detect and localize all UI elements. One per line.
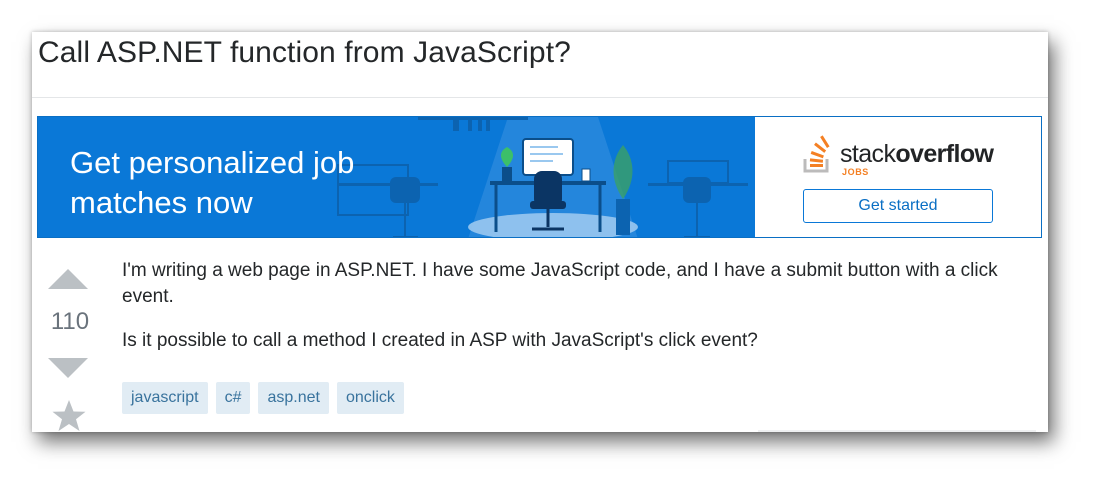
upvote-arrow-icon[interactable] [48,265,88,293]
stack-overflow-logo-icon [803,135,830,173]
question-paragraph: I'm writing a web page in ASP.NET. I hav… [122,260,998,307]
vote-count: 110 [50,308,90,335]
question-paragraph: Is it possible to call a method I create… [122,330,758,351]
banner-illustration-panel[interactable]: Get personalized job matches now [38,117,755,237]
tag-aspnet[interactable]: asp.net [258,382,329,414]
header-divider [32,97,1048,98]
tag-csharp[interactable]: c# [215,382,251,414]
get-started-button[interactable]: Get started [803,189,993,223]
tag-javascript[interactable]: javascript [122,382,208,414]
question-body: I'm writing a web page in ASP.NET. I hav… [122,258,1042,372]
jobs-ad-banner[interactable]: Get personalized job matches now stackov… [37,116,1042,238]
tag-list: javascript c# asp.net onclick [122,382,404,414]
tag-onclick[interactable]: onclick [336,382,404,414]
sidebar-edge [758,430,1036,432]
brand-wordmark: stackoverflow [840,140,994,168]
star-icon[interactable] [51,398,87,432]
banner-brand-panel: stackoverflow JOBS Get started [755,117,1041,237]
brand-jobs-label: JOBS [842,167,869,177]
stack-overflow-jobs-logo[interactable]: stackoverflow JOBS [802,133,1012,177]
banner-headline[interactable]: Get personalized job matches now [70,143,370,223]
question-title[interactable]: Call ASP.NET function from JavaScript? [38,36,571,70]
question-card: Call ASP.NET function from JavaScript? G… [32,32,1048,432]
downvote-arrow-icon[interactable] [48,354,88,382]
